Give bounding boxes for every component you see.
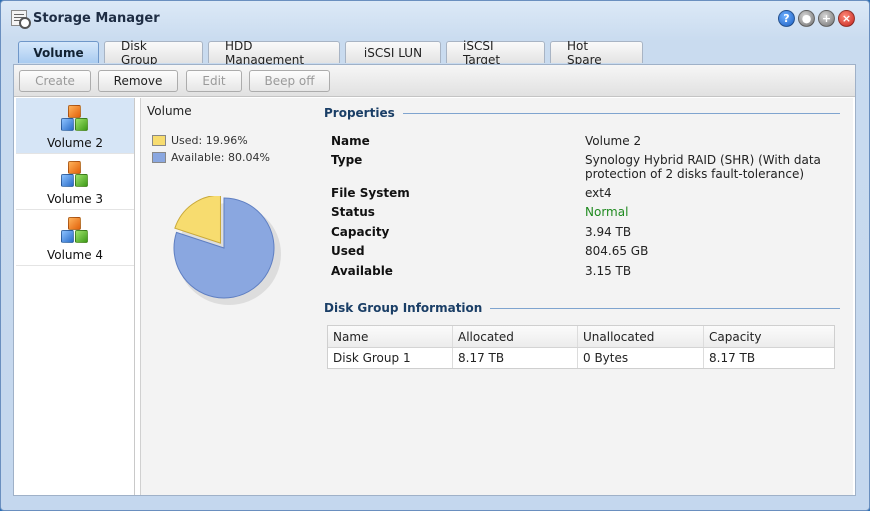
content-panel: Create Remove Edit Beep off Volume 2 Vol… <box>13 64 856 496</box>
volume-icon <box>59 216 91 246</box>
property-name: Type <box>331 153 363 167</box>
tab-volume[interactable]: Volume <box>18 41 99 63</box>
disk-group-title: Disk Group Information <box>324 301 483 315</box>
table-cell: Disk Group 1 <box>328 348 453 368</box>
legend-available: Available: 80.04% <box>152 149 270 166</box>
table-cell: 8.17 TB <box>709 351 756 365</box>
volume-item-label: Volume 3 <box>46 192 104 206</box>
maximize-icon[interactable]: + <box>818 10 835 27</box>
title-bar[interactable]: Storage Manager ? ● + × <box>1 1 869 35</box>
volume-icon <box>59 104 91 134</box>
usage-pie-chart <box>173 196 281 305</box>
status-value: Normal <box>585 205 629 219</box>
minimize-icon[interactable]: ● <box>798 10 815 27</box>
beep-off-button[interactable]: Beep off <box>249 70 330 92</box>
tab-hdd-management[interactable]: HDD Management <box>208 39 340 67</box>
legend-used: Used: 19.96% <box>152 132 270 149</box>
column-header-name[interactable]: Name <box>328 326 453 347</box>
tab-bar: Volume Disk Group HDD Management iSCSI L… <box>18 39 643 67</box>
volume-list-item[interactable]: Volume 2 <box>16 98 134 154</box>
property-value: Volume 2 <box>585 134 642 148</box>
close-icon[interactable]: × <box>838 10 855 27</box>
column-header-capacity[interactable]: Capacity <box>704 326 834 347</box>
property-value: Synology Hybrid RAID (SHR) (With data pr… <box>585 153 821 181</box>
property-value: 804.65 GB <box>585 244 649 258</box>
property-value: 3.94 TB <box>585 225 632 239</box>
available-swatch <box>152 152 166 163</box>
volume-details: Volume Used: 19.96% Available: 80.04% Pr… <box>140 98 853 495</box>
volume-list-item[interactable]: Volume 3 <box>16 154 134 210</box>
legend-used-label: Used: 19.96% <box>171 134 248 147</box>
table-header: Name Allocated Unallocated Capacity <box>328 326 834 348</box>
property-name: Capacity <box>331 225 390 239</box>
used-swatch <box>152 135 166 146</box>
window-controls: ? ● + × <box>778 10 855 27</box>
volume-item-label: Volume 2 <box>46 136 104 150</box>
edit-button[interactable]: Edit <box>186 70 242 92</box>
tab-iscsi-lun[interactable]: iSCSI LUN <box>345 41 441 63</box>
create-button[interactable]: Create <box>19 70 91 92</box>
tab-disk-group[interactable]: Disk Group <box>104 39 203 67</box>
volume-item-label: Volume 4 <box>46 248 104 262</box>
tab-iscsi-target[interactable]: iSCSI Target <box>446 39 545 67</box>
disk-group-header: Disk Group Information <box>324 301 840 315</box>
property-value: ext4 <box>585 186 612 200</box>
help-icon[interactable]: ? <box>778 10 795 27</box>
table-cell: 8.17 TB <box>453 348 578 368</box>
properties-header: Properties <box>324 106 840 120</box>
property-name: File System <box>331 186 410 200</box>
property-name: Used <box>331 244 365 258</box>
property-name: Status <box>331 205 375 219</box>
storage-manager-icon <box>11 10 31 29</box>
column-header-unallocated[interactable]: Unallocated <box>578 326 704 347</box>
usage-title: Volume <box>147 104 192 118</box>
table-cell: 0 Bytes <box>578 348 704 368</box>
table-row[interactable]: Disk Group 1 8.17 TB 0 Bytes 8.17 TB <box>328 348 834 368</box>
volume-icon <box>59 160 91 190</box>
disk-group-table: Name Allocated Unallocated Capacity Disk… <box>327 325 835 369</box>
column-header-allocated[interactable]: Allocated <box>453 326 578 347</box>
property-name: Name <box>331 134 370 148</box>
storage-manager-window: Storage Manager ? ● + × Volume Disk Grou… <box>0 0 870 511</box>
window-title: Storage Manager <box>33 11 160 26</box>
properties-title: Properties <box>324 106 395 120</box>
volume-list-item[interactable]: Volume 4 <box>16 210 134 266</box>
tab-hot-spare[interactable]: Hot Spare <box>550 39 643 67</box>
volume-list: Volume 2 Volume 3 Volume 4 <box>16 98 135 495</box>
property-value: 3.15 TB <box>585 264 632 278</box>
remove-button[interactable]: Remove <box>98 70 178 92</box>
property-name: Available <box>331 264 393 278</box>
legend-available-label: Available: 80.04% <box>171 151 270 164</box>
usage-legend: Used: 19.96% Available: 80.04% <box>152 132 270 166</box>
toolbar: Create Remove Edit Beep off <box>14 65 855 97</box>
